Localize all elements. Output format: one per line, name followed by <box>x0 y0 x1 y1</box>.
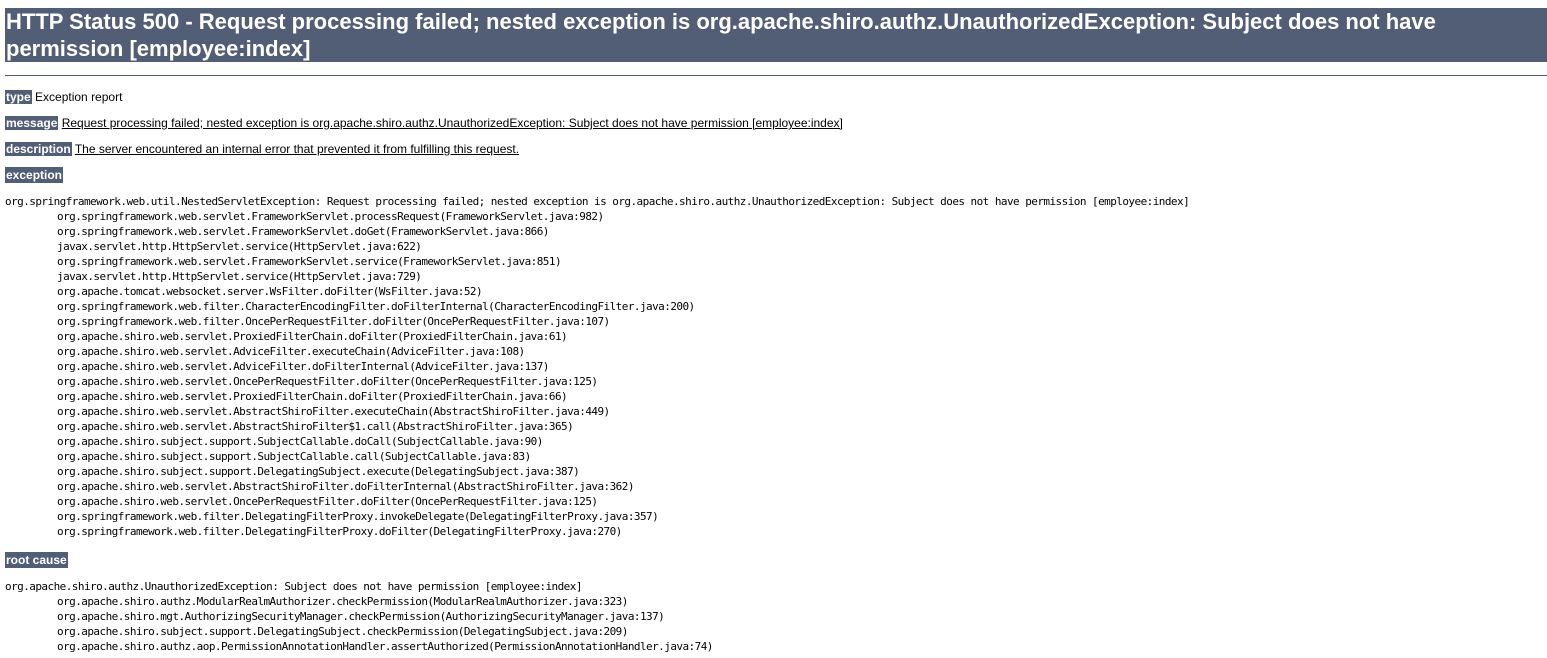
frame-text: org.springframework.web.filter.OncePerRe… <box>57 315 610 328</box>
exception-stack-trace: org.springframework.web.util.NestedServl… <box>5 194 1190 539</box>
frame-text: org.apache.shiro.authz.ModularRealmAutho… <box>57 595 628 608</box>
frame-text: org.apache.shiro.web.servlet.ProxiedFilt… <box>57 330 568 343</box>
stack-frame: org.springframework.web.servlet.Framewor… <box>5 224 1189 239</box>
frame-text: org.springframework.web.filter.Character… <box>57 300 695 313</box>
frame-text: org.apache.shiro.subject.support.Subject… <box>57 450 531 463</box>
frame-text: org.apache.shiro.subject.support.Delegat… <box>57 465 580 478</box>
page-title: HTTP Status 500 - Request processing fai… <box>5 8 1547 62</box>
message-value: Request processing failed; nested except… <box>61 116 843 130</box>
stack-frame: org.apache.shiro.web.servlet.AbstractShi… <box>5 479 1189 494</box>
stack-frame: org.apache.shiro.web.servlet.ProxiedFilt… <box>5 329 1189 344</box>
frame-text: org.apache.shiro.web.servlet.AbstractShi… <box>57 405 610 418</box>
stack-frame: org.apache.shiro.web.servlet.AbstractShi… <box>5 404 1189 419</box>
stack-frame: org.apache.shiro.subject.support.Delegat… <box>5 464 1189 479</box>
stack-frame: org.apache.shiro.web.servlet.OncePerRequ… <box>5 374 1189 389</box>
stack-frame: org.apache.shiro.web.servlet.OncePerRequ… <box>5 494 1189 509</box>
frame-text: org.springframework.web.filter.Delegatin… <box>57 510 659 523</box>
frame-text: org.apache.shiro.web.servlet.OncePerRequ… <box>57 375 598 388</box>
exception-label: exception <box>5 167 64 183</box>
stack-frame: org.springframework.web.servlet.Framewor… <box>5 209 1189 224</box>
frame-text: org.apache.shiro.authz.aop.PermissionAnn… <box>57 640 713 653</box>
frame-text: org.apache.shiro.web.servlet.AbstractShi… <box>57 480 634 493</box>
stack-frame: org.springframework.web.filter.Character… <box>5 299 1189 314</box>
frame-text: org.apache.shiro.web.servlet.OncePerRequ… <box>57 495 598 508</box>
frame-text: org.springframework.web.filter.Delegatin… <box>57 525 622 538</box>
stack-frame: org.apache.shiro.web.servlet.AbstractShi… <box>5 419 1189 434</box>
stack-frame: org.apache.shiro.subject.support.Subject… <box>5 449 1189 464</box>
description-row: description The server encountered an in… <box>5 141 519 157</box>
stack-frame: org.springframework.web.filter.Delegatin… <box>5 524 1189 539</box>
message-row: message Request processing failed; neste… <box>5 115 843 131</box>
stack-frame: org.apache.shiro.mgt.AuthorizingSecurity… <box>5 609 713 624</box>
header-divider <box>5 75 1547 76</box>
stack-frame: org.apache.shiro.web.servlet.AdviceFilte… <box>5 359 1189 374</box>
stack-frame: org.springframework.web.filter.OncePerRe… <box>5 314 1189 329</box>
frame-text: org.apache.shiro.subject.support.Delegat… <box>57 625 628 638</box>
frame-text: org.apache.shiro.web.servlet.AbstractShi… <box>57 420 574 433</box>
stack-frame: org.apache.tomcat.websocket.server.WsFil… <box>5 284 1189 299</box>
stack-frame: org.apache.shiro.subject.support.Delegat… <box>5 624 713 639</box>
stack-frame: org.apache.shiro.web.servlet.ProxiedFilt… <box>5 389 1189 404</box>
stack-frame: org.apache.shiro.authz.ModularRealmAutho… <box>5 594 713 609</box>
stack-frame: org.apache.shiro.web.servlet.AdviceFilte… <box>5 344 1189 359</box>
message-label: message <box>5 116 59 130</box>
stack-frame: org.springframework.web.servlet.Framewor… <box>5 254 1189 269</box>
frame-text: org.apache.shiro.subject.support.Subject… <box>57 435 543 448</box>
frame-text: org.apache.tomcat.websocket.server.WsFil… <box>57 285 483 298</box>
root-cause-label: root cause <box>5 552 68 568</box>
frame-text: javax.servlet.http.HttpServlet.service(H… <box>57 240 422 253</box>
stack-frame: org.apache.shiro.subject.support.Subject… <box>5 434 1189 449</box>
frame-text: org.apache.shiro.web.servlet.AdviceFilte… <box>57 360 549 373</box>
stack-frame: javax.servlet.http.HttpServlet.service(H… <box>5 269 1189 284</box>
description-label: description <box>5 142 72 156</box>
frame-text: org.apache.shiro.web.servlet.ProxiedFilt… <box>57 390 568 403</box>
root-cause-head: org.apache.shiro.authz.UnauthorizedExcep… <box>5 580 582 593</box>
frame-text: org.springframework.web.servlet.Framewor… <box>57 210 604 223</box>
frame-text: org.springframework.web.servlet.Framewor… <box>57 255 562 268</box>
frame-text: org.springframework.web.servlet.Framewor… <box>57 225 549 238</box>
frame-text: javax.servlet.http.HttpServlet.service(H… <box>57 270 422 283</box>
frame-text: org.apache.shiro.mgt.AuthorizingSecurity… <box>57 610 665 623</box>
type-label: type <box>5 90 32 104</box>
description-value: The server encountered an internal error… <box>74 142 520 156</box>
frame-text: org.apache.shiro.web.servlet.AdviceFilte… <box>57 345 525 358</box>
type-row: type Exception report <box>5 89 122 105</box>
root-cause-stack-trace: org.apache.shiro.authz.UnauthorizedExcep… <box>5 579 713 654</box>
exception-head: org.springframework.web.util.NestedServl… <box>5 195 1190 208</box>
stack-frame: org.apache.shiro.authz.aop.PermissionAnn… <box>5 639 713 654</box>
stack-frame: org.springframework.web.filter.Delegatin… <box>5 509 1189 524</box>
stack-frame: javax.servlet.http.HttpServlet.service(H… <box>5 239 1189 254</box>
type-value: Exception report <box>35 90 123 104</box>
